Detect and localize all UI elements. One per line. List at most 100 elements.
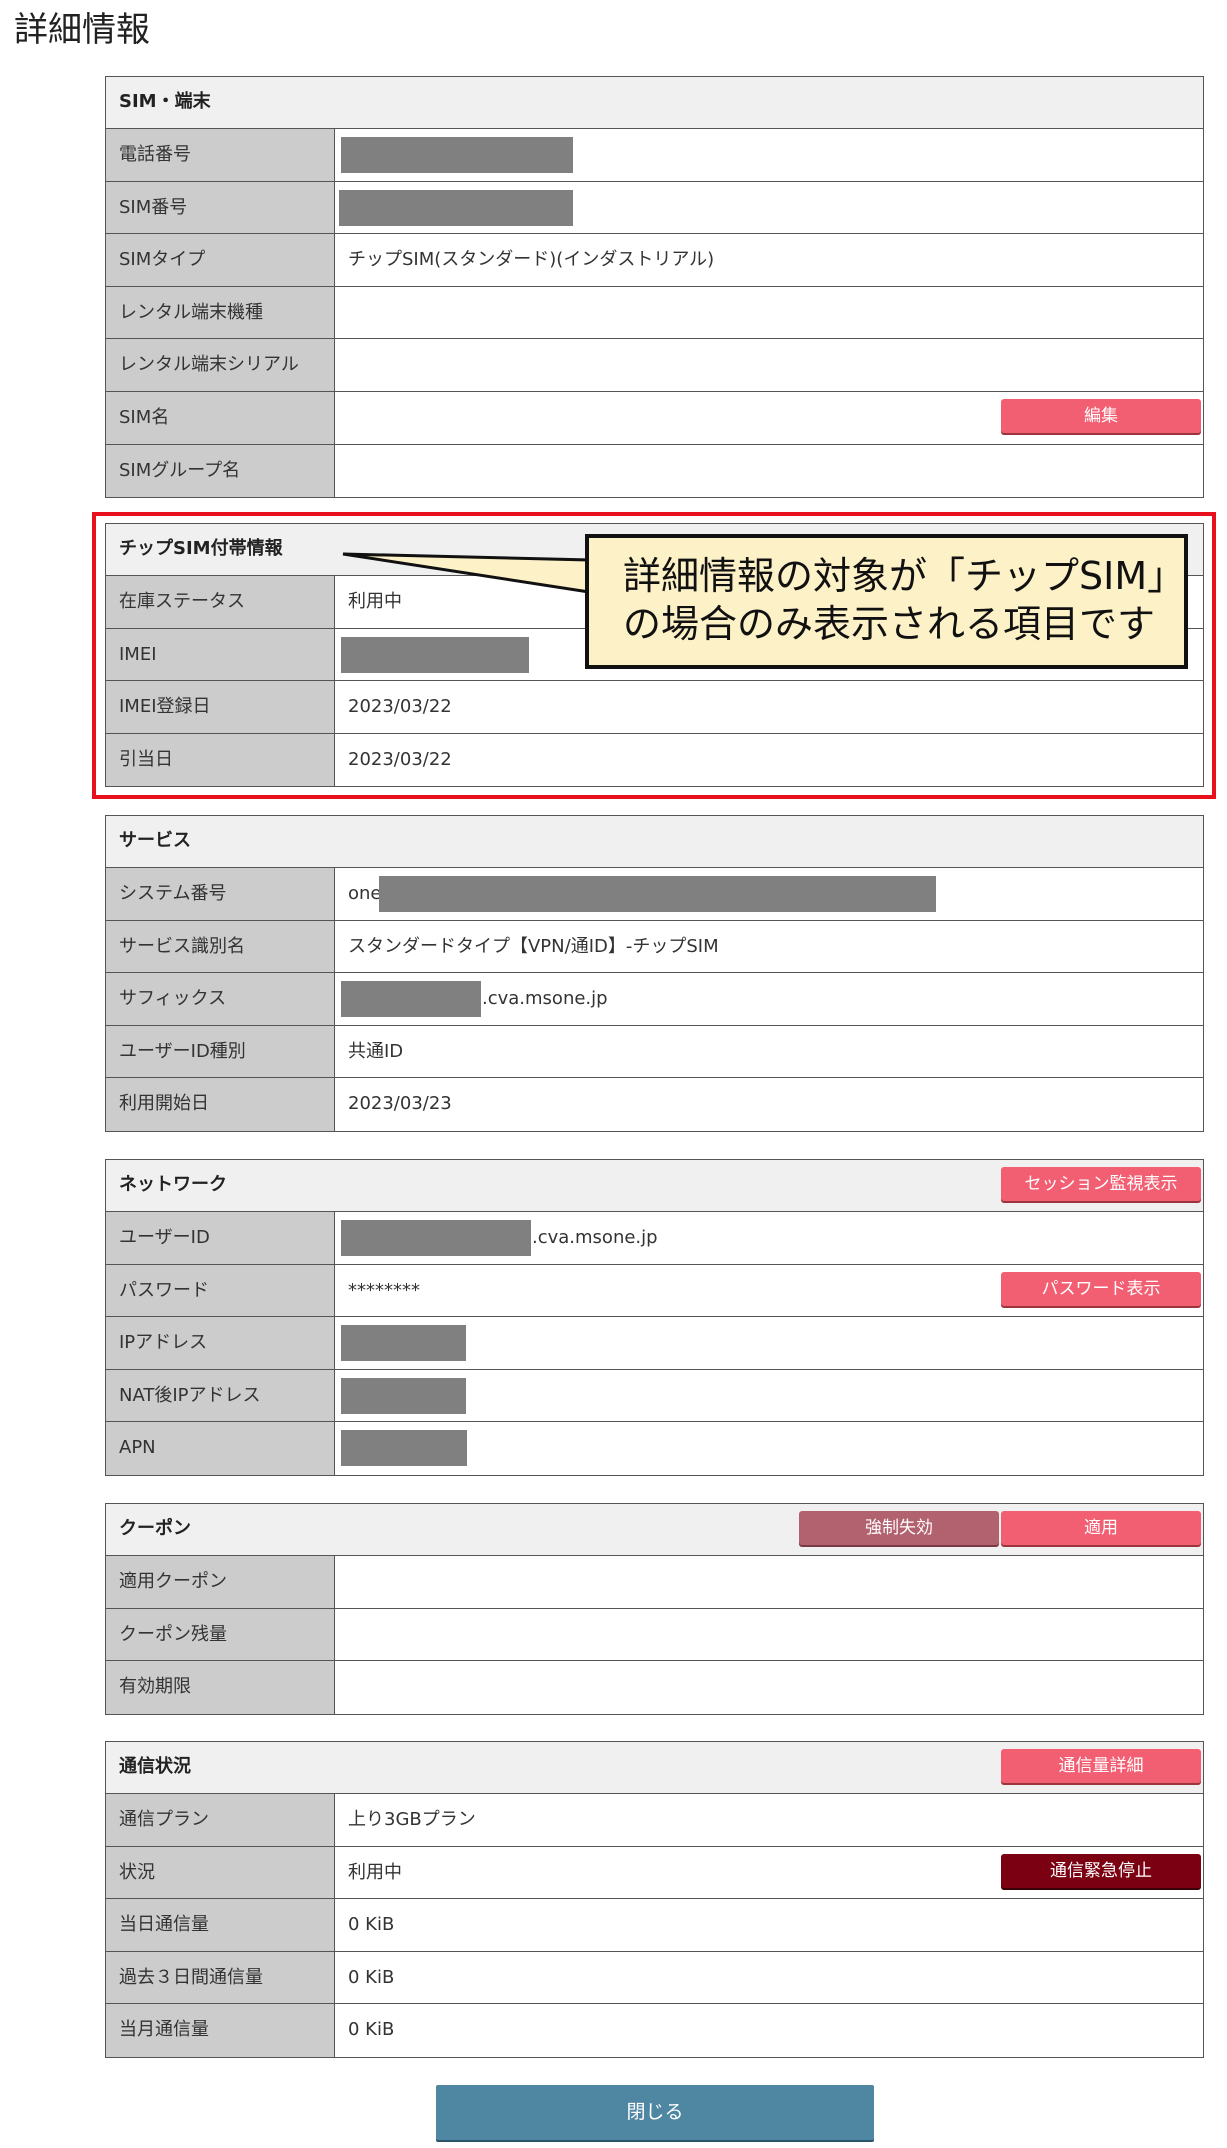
table-row: 適用クーポン xyxy=(106,1556,1203,1609)
section-title: サービス xyxy=(119,830,191,851)
row-value xyxy=(335,445,1203,498)
row-value: スタンダードタイプ【VPN/通ID】-チップSIM xyxy=(348,935,719,957)
row-label: 電話番号 xyxy=(106,129,335,181)
section-title: クーポン xyxy=(119,1518,191,1539)
row-value: .cva.msone.jp xyxy=(335,1212,1203,1264)
status-value: 利用中 xyxy=(348,1861,402,1883)
section-title: 通信状況 xyxy=(119,1756,191,1777)
table-row: 電話番号 xyxy=(106,129,1203,182)
table-row: サービス識別名 スタンダードタイプ【VPN/通ID】-チップSIM xyxy=(106,920,1203,974)
section-header: クーポン 強制失効 適用 xyxy=(106,1504,1203,1556)
table-row: レンタル端末機種 xyxy=(106,286,1203,340)
section-header: ネットワーク セッション監視表示 xyxy=(106,1160,1203,1212)
row-label: ユーザーID種別 xyxy=(106,1025,335,1078)
row-label: 利用開始日 xyxy=(106,1078,335,1131)
traffic-detail-button[interactable]: 通信量詳細 xyxy=(1001,1749,1201,1783)
redaction-block xyxy=(341,981,481,1018)
row-value: .cva.msone.jp xyxy=(335,973,1203,1025)
row-label: SIM名 xyxy=(106,391,335,444)
table-row: ユーザーID .cva.msone.jp xyxy=(106,1212,1203,1265)
section-header: 通信状況 通信量詳細 xyxy=(106,1742,1203,1794)
row-label: 過去３日間通信量 xyxy=(106,1951,335,2004)
callout-text-line-2: の場合のみ表示される項目です xyxy=(623,602,1156,646)
row-value: 0 KiB xyxy=(348,2019,395,2041)
row-value: 上り3GBプラン xyxy=(348,1809,476,1830)
table-row: 状況 利用中 通信緊急停止 xyxy=(106,1846,1203,1900)
coupon-section: クーポン 強制失効 適用 適用クーポン クーポン残量 有効期限 xyxy=(105,1503,1204,1715)
table-row: レンタル端末シリアル xyxy=(106,339,1203,392)
row-value: 2023/03/23 xyxy=(348,1093,452,1115)
row-value: 共通ID xyxy=(348,1040,404,1062)
table-row: ユーザーID種別 共通ID xyxy=(106,1025,1203,1079)
row-value xyxy=(335,1317,1203,1369)
row-value xyxy=(335,1661,1203,1714)
traffic-status-section: 通信状況 通信量詳細 通信プラン 上り3GBプラン 状況 利用中 通信緊急停止 … xyxy=(105,1741,1204,2058)
section-title: SIM・端末 xyxy=(119,91,211,112)
redaction-block xyxy=(341,1430,467,1467)
row-value xyxy=(335,287,1203,339)
service-section: サービス システム番号 one サービス識別名 スタンダードタイプ【VPN/通I… xyxy=(105,815,1204,1132)
table-row: 通信プラン 上り3GBプラン xyxy=(106,1794,1203,1847)
suffix-domain: .cva.msone.jp xyxy=(482,988,608,1010)
apply-coupon-button[interactable]: 適用 xyxy=(1001,1511,1201,1545)
row-value: チップSIM(スタンダード)(インダストリアル) xyxy=(348,249,715,271)
redaction-block xyxy=(341,1377,466,1414)
row-value: ******** パスワード表示 xyxy=(335,1265,1203,1317)
emergency-stop-button[interactable]: 通信緊急停止 xyxy=(1001,1853,1201,1888)
table-row: APN xyxy=(106,1422,1203,1475)
table-row: IPアドレス xyxy=(106,1317,1203,1370)
redaction-block xyxy=(341,137,573,173)
show-password-button[interactable]: パスワード表示 xyxy=(1001,1271,1201,1306)
row-label: APN xyxy=(106,1422,335,1475)
row-label: IPアドレス xyxy=(106,1317,335,1369)
user-id-domain: .cva.msone.jp xyxy=(532,1227,658,1248)
table-row: パスワード ******** パスワード表示 xyxy=(106,1264,1203,1318)
row-value xyxy=(335,1422,1203,1475)
callout-text-line-1: 詳細情報の対象が「チップSIM」 xyxy=(623,554,1186,598)
row-value: 0 KiB xyxy=(348,1914,395,1936)
table-row: 当月通信量 0 KiB xyxy=(106,2004,1203,2057)
section-header: サービス xyxy=(106,816,1203,868)
row-value: 編集 xyxy=(335,392,1203,444)
page-title: 詳細情報 xyxy=(14,10,150,50)
row-label: NAT後IPアドレス xyxy=(106,1369,335,1422)
table-row: 当日通信量 0 KiB xyxy=(106,1899,1203,1952)
row-label: ユーザーID xyxy=(106,1212,335,1264)
network-section: ネットワーク セッション監視表示 ユーザーID .cva.msone.jp パス… xyxy=(105,1159,1204,1476)
row-label: サフィックス xyxy=(106,973,335,1025)
row-value xyxy=(335,339,1203,391)
row-label: SIM番号 xyxy=(106,181,335,234)
session-monitor-button[interactable]: セッション監視表示 xyxy=(1001,1167,1201,1201)
row-label: 有効期限 xyxy=(106,1661,335,1714)
table-row: サフィックス .cva.msone.jp xyxy=(106,973,1203,1026)
row-label: 当日通信量 xyxy=(106,1899,335,1951)
row-value: 0 KiB xyxy=(348,1966,395,1988)
redaction-block xyxy=(341,1220,531,1256)
row-value: one xyxy=(335,868,1203,920)
row-label: レンタル端末シリアル xyxy=(106,339,335,391)
edit-sim-name-button[interactable]: 編集 xyxy=(1001,398,1201,433)
table-row: 利用開始日 2023/03/23 xyxy=(106,1078,1203,1131)
row-value xyxy=(335,182,1203,234)
sim-device-section: SIM・端末 電話番号 SIM番号 SIMタイプ チップSIM(スタンダード)(… xyxy=(105,76,1204,499)
password-masked: ******** xyxy=(348,1279,420,1301)
system-number-prefix: one xyxy=(348,883,382,904)
redaction-block xyxy=(341,1325,466,1362)
row-value: 利用中 通信緊急停止 xyxy=(335,1847,1203,1899)
section-title: ネットワーク xyxy=(119,1174,227,1195)
close-button[interactable]: 閉じる xyxy=(436,2085,874,2140)
row-value xyxy=(335,129,1203,181)
redaction-block xyxy=(339,189,573,226)
row-label: SIMグループ名 xyxy=(106,444,335,498)
row-value xyxy=(335,1609,1203,1661)
row-label: システム番号 xyxy=(106,868,335,920)
table-row: SIM番号 xyxy=(106,181,1203,235)
annotation-callout: 詳細情報の対象が「チップSIM」 の場合のみ表示される項目です xyxy=(585,534,1188,669)
row-value xyxy=(335,1556,1203,1608)
table-row: SIM名 編集 xyxy=(106,391,1203,445)
force-expire-button[interactable]: 強制失効 xyxy=(799,1511,999,1545)
row-label: 当月通信量 xyxy=(106,2004,335,2057)
row-label: SIMタイプ xyxy=(106,234,335,286)
row-label: 状況 xyxy=(106,1846,335,1899)
table-row: SIMグループ名 xyxy=(106,444,1203,498)
